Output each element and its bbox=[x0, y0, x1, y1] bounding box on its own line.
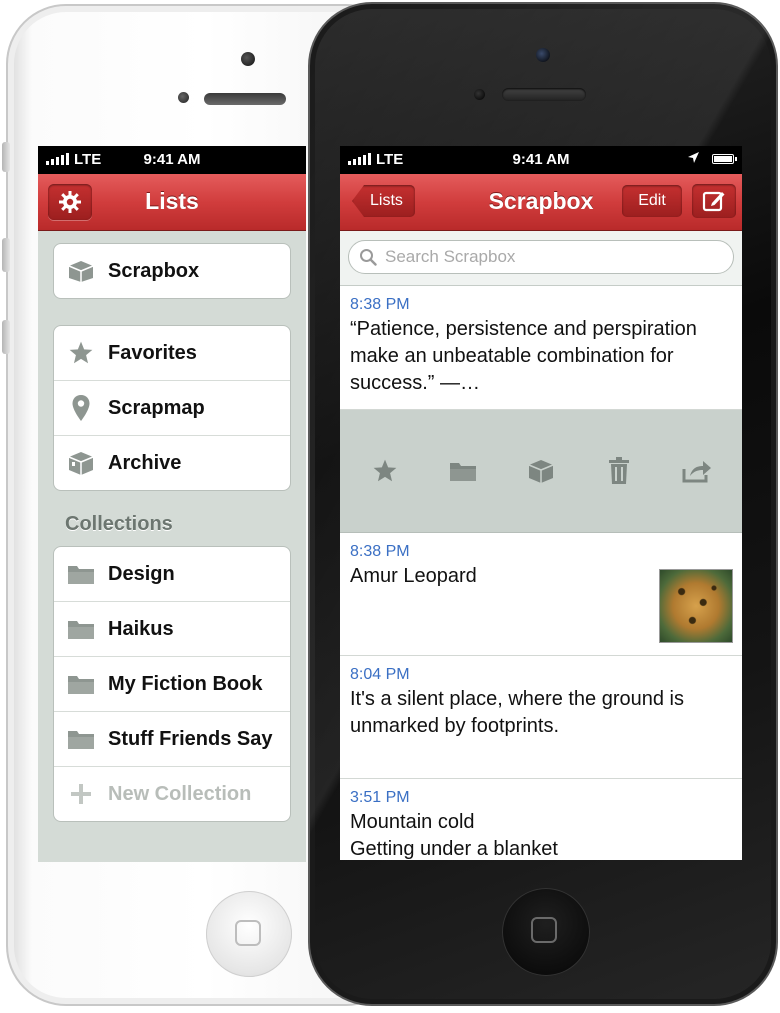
list-item-label: Haikus bbox=[108, 617, 174, 640]
page-title: Lists bbox=[145, 188, 199, 214]
search-bar bbox=[340, 231, 742, 286]
archive-action-button[interactable] bbox=[521, 451, 561, 491]
earpiece-speaker bbox=[204, 93, 286, 105]
delete-action-button[interactable] bbox=[599, 451, 639, 491]
status-bar: LTE 9:41 AM bbox=[340, 146, 742, 174]
search-icon bbox=[360, 249, 377, 266]
proximity-sensor bbox=[474, 89, 485, 100]
compose-button[interactable] bbox=[692, 184, 736, 218]
note-item[interactable]: 3:51 PM Mountain cold Getting under a bl… bbox=[340, 779, 742, 860]
new-collection-label: New Collection bbox=[108, 782, 252, 805]
status-bar: LTE 9:41 AM bbox=[38, 146, 306, 174]
list-item-label: My Fiction Book bbox=[108, 672, 263, 695]
list-item-label: Scrapmap bbox=[108, 396, 205, 419]
note-time: 8:38 PM bbox=[350, 296, 410, 313]
home-square-icon bbox=[235, 920, 261, 946]
leopard-thumbnail bbox=[659, 569, 733, 643]
list-item-label: Favorites bbox=[108, 341, 197, 364]
lists-screen: LTE 9:41 AM Lists Scrapbox Favorites Scr… bbox=[38, 146, 306, 862]
home-button[interactable] bbox=[502, 888, 590, 976]
note-text: Mountain cold Getting under a blanket bbox=[350, 811, 558, 860]
folder-icon bbox=[68, 731, 94, 749]
note-time: 8:38 PM bbox=[350, 543, 410, 560]
list-item-scrapmap[interactable]: Scrapmap bbox=[54, 380, 290, 435]
new-collection-button[interactable]: New Collection bbox=[54, 766, 290, 821]
scrapbox-screen: LTE 9:41 AM Lists Scrapbox Edit 8:38 PM … bbox=[340, 146, 742, 860]
favorite-action-button[interactable] bbox=[365, 451, 405, 491]
note-item[interactable]: 8:38 PM Amur Leopard bbox=[340, 533, 742, 656]
note-time: 8:04 PM bbox=[350, 666, 410, 683]
folder-icon bbox=[68, 676, 94, 694]
list-item-label: Scrapbox bbox=[108, 259, 200, 282]
edit-button[interactable]: Edit bbox=[622, 185, 682, 217]
front-camera bbox=[536, 48, 550, 62]
list-item-stuff-friends-say[interactable]: Stuff Friends Say bbox=[54, 711, 290, 766]
earpiece-speaker bbox=[502, 88, 586, 101]
search-field[interactable] bbox=[348, 240, 734, 274]
archive-box-icon bbox=[68, 452, 94, 475]
list-item-my-fiction-book[interactable]: My Fiction Book bbox=[54, 656, 290, 711]
nav-bar: Lists bbox=[38, 174, 306, 231]
list-item-haikus[interactable]: Haikus bbox=[54, 601, 290, 656]
share-icon bbox=[682, 461, 711, 483]
list-item-favorites[interactable]: Favorites bbox=[54, 326, 290, 380]
star-icon bbox=[69, 341, 93, 364]
note-action-bar bbox=[340, 410, 742, 533]
front-camera bbox=[241, 52, 255, 66]
scrapbox-group: Scrapbox bbox=[53, 243, 291, 299]
volume-up-button bbox=[2, 238, 10, 272]
home-button[interactable] bbox=[206, 891, 292, 977]
list-item-scrapbox[interactable]: Scrapbox bbox=[54, 244, 290, 298]
note-item[interactable]: 8:38 PM “Patience, persistence and persp… bbox=[340, 286, 742, 410]
list-item-label: Design bbox=[108, 562, 175, 585]
location-arrow-icon bbox=[687, 151, 700, 167]
plus-icon bbox=[71, 784, 91, 804]
proximity-sensor bbox=[178, 92, 189, 103]
share-action-button[interactable] bbox=[677, 451, 717, 491]
home-square-icon bbox=[531, 917, 557, 943]
list-item-label: Archive bbox=[108, 451, 182, 474]
map-pin-icon bbox=[72, 395, 90, 421]
volume-down-button bbox=[2, 320, 10, 354]
collections-header: Collections bbox=[65, 513, 173, 535]
folder-icon bbox=[68, 621, 94, 639]
note-item[interactable]: 8:04 PM It's a silent place, where the g… bbox=[340, 656, 742, 779]
star-icon bbox=[373, 459, 397, 482]
search-input[interactable] bbox=[383, 246, 687, 268]
folder-icon bbox=[450, 463, 476, 481]
clock: 9:41 AM bbox=[143, 151, 201, 168]
trash-icon bbox=[609, 457, 629, 484]
list-item-archive[interactable]: Archive bbox=[54, 435, 290, 490]
main-lists-group: Favorites Scrapmap Archive bbox=[53, 325, 291, 491]
move-to-collection-button[interactable] bbox=[443, 451, 483, 491]
battery-icon bbox=[712, 154, 737, 164]
folder-icon bbox=[68, 566, 94, 584]
note-text: “Patience, persistence and perspiration … bbox=[350, 318, 697, 394]
nav-bar: Lists Scrapbox Edit bbox=[340, 174, 742, 231]
collections-group: Design Haikus My Fiction Book Stuff Frie… bbox=[53, 546, 291, 822]
list-item-label: Stuff Friends Say bbox=[108, 727, 273, 750]
compose-icon bbox=[702, 191, 725, 212]
note-text: It's a silent place, where the ground is… bbox=[350, 688, 685, 737]
clock: 9:41 AM bbox=[512, 151, 570, 168]
archive-box-icon bbox=[528, 460, 554, 483]
note-time: 3:51 PM bbox=[350, 789, 410, 806]
list-item-design[interactable]: Design bbox=[54, 547, 290, 601]
mute-switch bbox=[2, 142, 10, 172]
box-icon bbox=[68, 261, 94, 282]
